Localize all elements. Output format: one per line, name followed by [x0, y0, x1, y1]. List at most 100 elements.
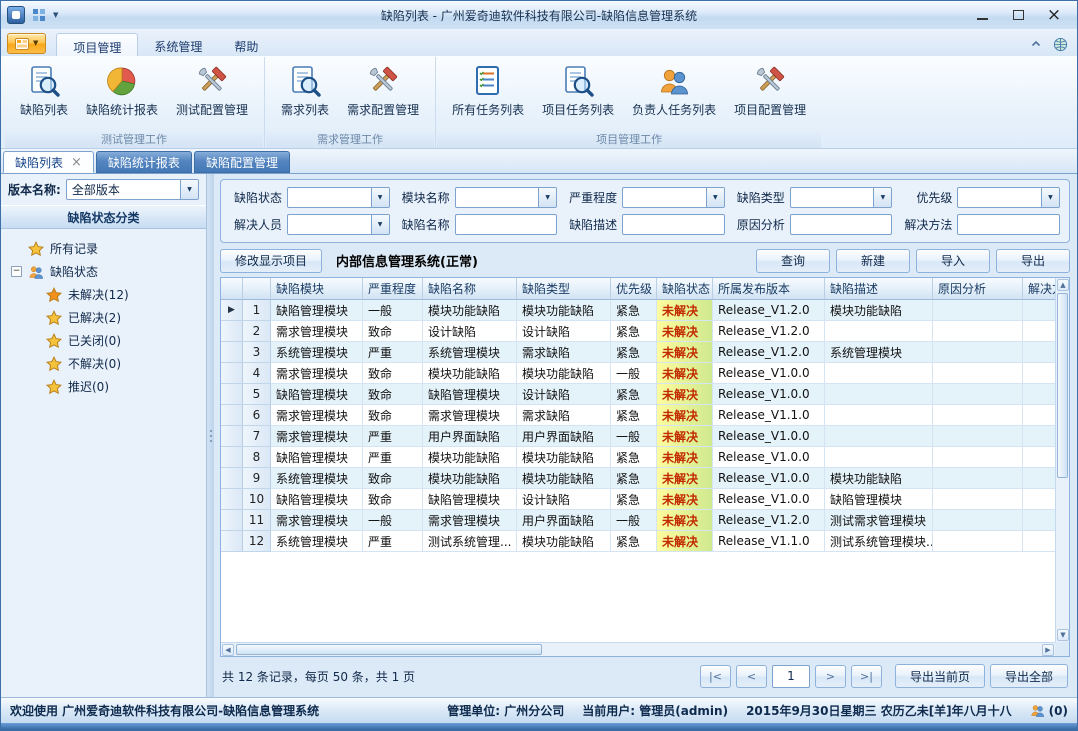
- grid-cell[interactable]: [1023, 342, 1055, 363]
- grid-cell[interactable]: [825, 384, 933, 405]
- grid-cell[interactable]: 模块功能缺陷: [423, 363, 517, 384]
- ribbon-button[interactable]: 负责人任务列表: [623, 61, 725, 131]
- row-indicator[interactable]: ▶: [221, 300, 243, 321]
- grid-cell[interactable]: [1023, 384, 1055, 405]
- query-button[interactable]: 查询: [756, 249, 830, 273]
- row-indicator[interactable]: [221, 426, 243, 447]
- grid-cell[interactable]: Release_V1.0.0: [713, 384, 825, 405]
- grid-cell[interactable]: 用户界面缺陷: [423, 426, 517, 447]
- grid-cell[interactable]: 严重: [363, 531, 423, 552]
- grid-col-header[interactable]: 所属发布版本: [713, 278, 825, 300]
- doc-tab[interactable]: 缺陷统计报表: [96, 151, 192, 173]
- grid-cell[interactable]: [1023, 321, 1055, 342]
- grid-cell[interactable]: 未解决: [657, 321, 713, 342]
- grid-cell[interactable]: 致命: [363, 321, 423, 342]
- export-all-button[interactable]: 导出全部: [990, 664, 1068, 688]
- grid-cell[interactable]: 需求管理模块: [271, 426, 363, 447]
- new-button[interactable]: 新建: [836, 249, 910, 273]
- h-scroll-thumb[interactable]: [236, 644, 542, 655]
- filter-combobox[interactable]: ▼: [957, 187, 1060, 208]
- grid-cell[interactable]: 致命: [363, 468, 423, 489]
- grid-cell[interactable]: 紧急: [611, 321, 657, 342]
- grid-cell[interactable]: 致命: [363, 363, 423, 384]
- grid-cell[interactable]: 缺陷管理模块: [423, 384, 517, 405]
- grid-cell[interactable]: 紧急: [611, 405, 657, 426]
- import-button[interactable]: 导入: [916, 249, 990, 273]
- grid-cell[interactable]: 紧急: [611, 384, 657, 405]
- grid-cell[interactable]: [933, 489, 1023, 510]
- chevron-down-icon[interactable]: ▼: [371, 188, 389, 207]
- row-indicator[interactable]: [221, 510, 243, 531]
- grid-cell[interactable]: 缺陷管理模块: [271, 384, 363, 405]
- ribbon-button[interactable]: 缺陷统计报表: [77, 61, 167, 131]
- row-indicator[interactable]: [221, 342, 243, 363]
- modify-display-button[interactable]: 修改显示项目: [220, 249, 322, 273]
- tree-item[interactable]: 已关闭(0): [3, 329, 204, 352]
- filter-combobox[interactable]: ▼: [287, 214, 390, 235]
- filter-input[interactable]: [455, 214, 558, 235]
- grid-cell[interactable]: 未解决: [657, 489, 713, 510]
- grid-cell[interactable]: 致命: [363, 405, 423, 426]
- grid-cell[interactable]: 模块功能缺陷: [517, 447, 611, 468]
- grid-cell[interactable]: 系统管理模块: [423, 342, 517, 363]
- grid-cell[interactable]: 未解决: [657, 405, 713, 426]
- grid-cell[interactable]: 未解决: [657, 468, 713, 489]
- grid-cell[interactable]: 需求缺陷: [517, 342, 611, 363]
- tree-item[interactable]: 不解决(0): [3, 352, 204, 375]
- ribbon-button[interactable]: 项目配置管理: [725, 61, 815, 131]
- collapse-ribbon-icon[interactable]: [1028, 36, 1044, 52]
- globe-icon[interactable]: [1052, 36, 1068, 52]
- grid-cell[interactable]: 系统管理模块: [271, 468, 363, 489]
- grid-cell[interactable]: [825, 321, 933, 342]
- grid-cell[interactable]: 缺陷管理模块: [423, 489, 517, 510]
- grid-cell[interactable]: [1023, 426, 1055, 447]
- quick-access-dropdown-icon[interactable]: ▼: [53, 12, 58, 19]
- chevron-down-icon[interactable]: ▼: [180, 180, 198, 199]
- tree-item[interactable]: 已解决(2): [3, 306, 204, 329]
- grid-cell[interactable]: Release_V1.0.0: [713, 447, 825, 468]
- grid-cell[interactable]: 未解决: [657, 426, 713, 447]
- app-menu-button[interactable]: ▼: [7, 33, 46, 54]
- first-page-button[interactable]: |<: [700, 665, 731, 688]
- ribbon-button[interactable]: 需求列表: [272, 61, 338, 131]
- quick-access-grid-icon[interactable]: [30, 6, 48, 24]
- grid-cell[interactable]: Release_V1.2.0: [713, 300, 825, 321]
- grid-cell[interactable]: 紧急: [611, 489, 657, 510]
- grid-cell[interactable]: 测试系统管理模块...: [825, 531, 933, 552]
- grid-cell[interactable]: [933, 468, 1023, 489]
- chevron-down-icon[interactable]: ▼: [873, 188, 891, 207]
- grid-cell[interactable]: Release_V1.2.0: [713, 321, 825, 342]
- filter-input[interactable]: [790, 214, 893, 235]
- grid-col-header[interactable]: 缺陷类型: [517, 278, 611, 300]
- h-scrollbar[interactable]: ◀ ▶: [221, 642, 1055, 656]
- scroll-right-icon[interactable]: ▶: [1042, 644, 1054, 656]
- grid-cell[interactable]: 未解决: [657, 363, 713, 384]
- grid-cell[interactable]: [1023, 489, 1055, 510]
- collapse-icon[interactable]: −: [11, 266, 22, 277]
- ribbon-button[interactable]: 所有任务列表: [443, 61, 533, 131]
- grid-cell[interactable]: [933, 426, 1023, 447]
- grid-cell[interactable]: Release_V1.0.0: [713, 468, 825, 489]
- grid-cell[interactable]: 模块功能缺陷: [423, 300, 517, 321]
- grid-cell[interactable]: 系统管理模块: [271, 342, 363, 363]
- grid-cell[interactable]: 系统管理模块: [825, 342, 933, 363]
- row-indicator[interactable]: [221, 489, 243, 510]
- export-button[interactable]: 导出: [996, 249, 1070, 273]
- v-scrollbar[interactable]: ▲ ▼: [1055, 278, 1069, 642]
- grid-cell[interactable]: 模块功能缺陷: [825, 468, 933, 489]
- grid-cell[interactable]: 需求管理模块: [271, 405, 363, 426]
- grid-col-header[interactable]: 缺陷描述: [825, 278, 933, 300]
- grid-cell[interactable]: 紧急: [611, 468, 657, 489]
- doc-tab[interactable]: 缺陷配置管理: [194, 151, 290, 173]
- grid-col-header[interactable]: 优先级: [611, 278, 657, 300]
- ribbon-button[interactable]: 需求配置管理: [338, 61, 428, 131]
- grid-cell[interactable]: 测试系统管理...: [423, 531, 517, 552]
- filter-combobox[interactable]: ▼: [287, 187, 390, 208]
- doc-tab-close-icon[interactable]: ×: [71, 156, 82, 169]
- grid-cell[interactable]: 未解决: [657, 510, 713, 531]
- grid-cell[interactable]: 模块功能缺陷: [423, 468, 517, 489]
- grid-col-header[interactable]: 严重程度: [363, 278, 423, 300]
- grid-cell[interactable]: 一般: [611, 426, 657, 447]
- grid-cell[interactable]: 需求缺陷: [517, 405, 611, 426]
- version-combobox[interactable]: 全部版本 ▼: [66, 179, 199, 200]
